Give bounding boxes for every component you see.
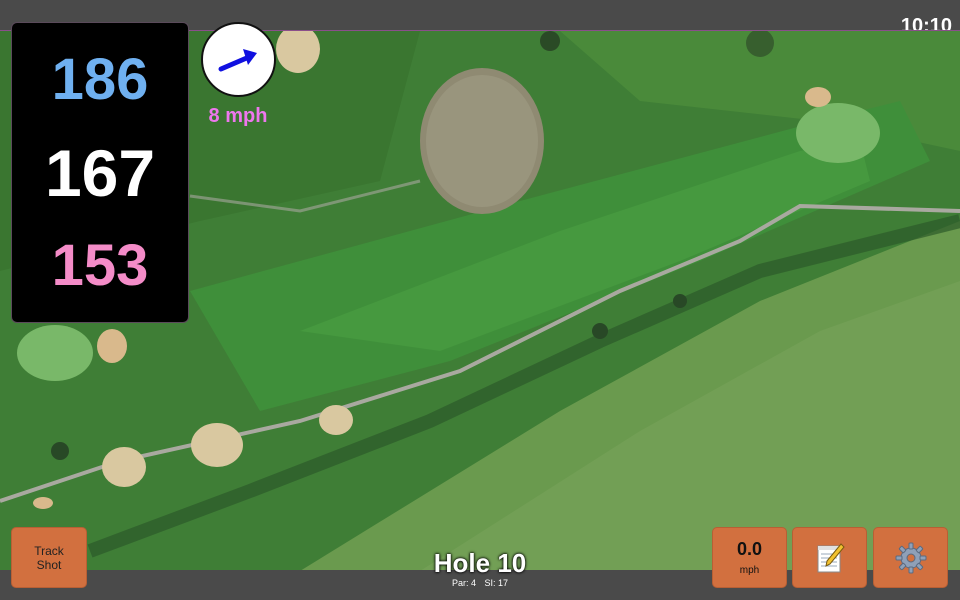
speed-value: 0.0 (736, 539, 763, 559)
distance-center: 167 (44, 135, 156, 210)
hole-stroke-index: SI: 17 (484, 578, 509, 588)
hole-par: Par: 4 (451, 578, 476, 588)
notepad-icon (817, 542, 845, 572)
settings-button[interactable] (873, 527, 948, 588)
distance-back: 186 (51, 46, 149, 112)
track-shot-button[interactable]: Track Shot (11, 527, 87, 588)
hole-title: Hole 10 (433, 548, 527, 578)
track-shot-label-line1: Track (34, 543, 64, 558)
wind-speed: 8 mph (208, 105, 268, 127)
hole-details: Par: 4 SI: 17 (380, 578, 580, 589)
speed-unit: mph (739, 565, 760, 576)
hole-info: Hole 10 Par: 4 SI: 17 (380, 548, 580, 589)
wind-direction-dial (201, 22, 276, 97)
speed-button[interactable]: 0.0 mph (712, 527, 787, 588)
track-shot-label-line2: Shot (36, 557, 62, 572)
gear-icon (895, 542, 926, 573)
wind-arrow-icon (218, 48, 257, 71)
distance-front: 153 (51, 232, 149, 298)
scorecard-button[interactable] (792, 527, 867, 588)
distance-panel: 186 167 153 (11, 22, 189, 323)
